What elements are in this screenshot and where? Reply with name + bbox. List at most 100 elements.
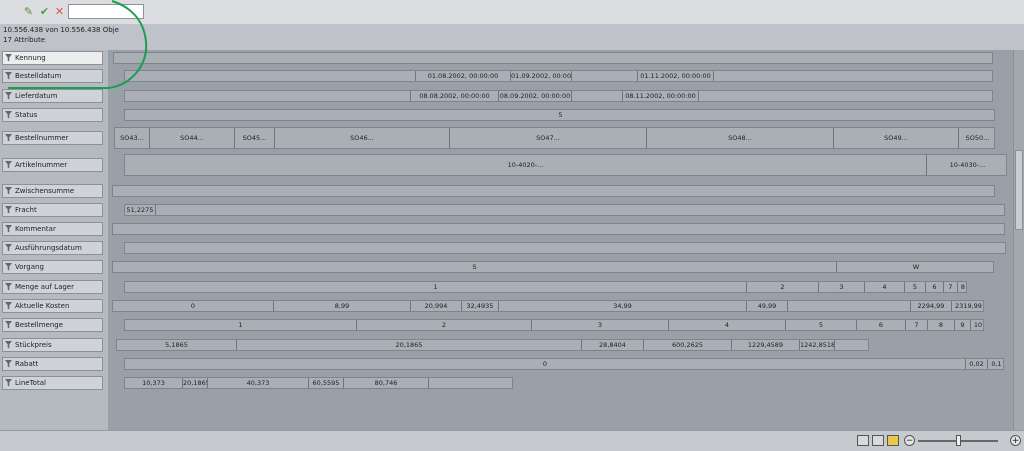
filter-icon[interactable] bbox=[5, 359, 12, 368]
value-segment[interactable]: 20,1865 bbox=[236, 339, 581, 350]
value-bar[interactable]: 08.08.2002, 00:00:00 08.09.2002, 00:00:00… bbox=[124, 89, 994, 102]
value-bar[interactable]: 0 0,02 0,1 bbox=[124, 357, 1005, 370]
value-bar[interactable]: 10,37320,186540,37360,559580,746 bbox=[124, 376, 513, 389]
value-segment[interactable]: 1229,4589 bbox=[731, 339, 799, 350]
attribute-item[interactable]: Status bbox=[2, 107, 103, 122]
value-segment[interactable] bbox=[834, 339, 870, 350]
value-bar[interactable]: 12345678 bbox=[124, 280, 967, 293]
value-segment[interactable] bbox=[125, 91, 410, 101]
value-bar[interactable] bbox=[124, 241, 1007, 254]
filter-icon[interactable] bbox=[5, 262, 12, 271]
value-segment[interactable]: 7 bbox=[905, 319, 927, 330]
view-bars-icon[interactable] bbox=[887, 435, 899, 446]
value-segment[interactable]: SO49... bbox=[833, 128, 958, 148]
value-segment[interactable]: 2 bbox=[356, 319, 531, 330]
value-segment[interactable]: 40,373 bbox=[207, 377, 308, 388]
value-segment[interactable]: 2 bbox=[746, 281, 818, 292]
value-segment[interactable]: 3 bbox=[531, 319, 668, 330]
view-list-icon[interactable] bbox=[857, 435, 869, 446]
filter-icon[interactable] bbox=[5, 282, 12, 291]
value-segment[interactable]: 0,1 bbox=[987, 358, 1005, 369]
attribute-item[interactable]: Aktuelle Kosten bbox=[2, 298, 103, 313]
filter-icon[interactable] bbox=[5, 110, 12, 119]
check-icon[interactable]: ✔ bbox=[38, 5, 51, 18]
value-segment[interactable] bbox=[125, 243, 1007, 253]
filter-icon[interactable] bbox=[5, 91, 12, 100]
value-segment[interactable]: 01.09.2002, 00:00:00 bbox=[510, 70, 571, 81]
attribute-item[interactable]: Lieferdatum bbox=[2, 88, 103, 103]
attribute-item[interactable]: Kommentar bbox=[2, 221, 103, 236]
value-segment[interactable]: 1 bbox=[125, 282, 746, 292]
scroll-thumb[interactable] bbox=[1015, 150, 1023, 230]
value-segment[interactable]: SO50... bbox=[958, 128, 996, 148]
attribute-item[interactable]: Fracht bbox=[2, 202, 103, 217]
value-segment[interactable]: 10,373 bbox=[125, 378, 182, 388]
value-segment[interactable]: 08.09.2002, 00:00:00 bbox=[498, 90, 571, 101]
filter-icon[interactable] bbox=[5, 53, 12, 62]
attribute-item[interactable]: Rabatt bbox=[2, 356, 103, 371]
value-bar[interactable]: 1 2 3 4 5 6 7 8 9 10 bbox=[124, 318, 985, 331]
attribute-item[interactable]: LineTotal bbox=[2, 375, 103, 390]
filter-icon[interactable] bbox=[5, 301, 12, 310]
value-segment[interactable] bbox=[113, 186, 996, 196]
edit-icon[interactable]: ✎ bbox=[22, 5, 35, 18]
attribute-item[interactable]: Vorgang bbox=[2, 259, 103, 274]
value-segment[interactable]: 01.08.2002, 00:00:00 bbox=[415, 70, 510, 81]
close-icon[interactable]: ✕ bbox=[53, 5, 66, 18]
value-segment[interactable]: SO45... bbox=[234, 128, 274, 148]
value-segment[interactable]: 34,99 bbox=[498, 300, 746, 311]
value-segment[interactable]: 8 bbox=[927, 319, 954, 330]
value-segment[interactable]: 0 bbox=[113, 301, 273, 311]
value-segment[interactable]: 2319,99 bbox=[951, 300, 985, 311]
filter-icon[interactable] bbox=[5, 320, 12, 329]
filter-icon[interactable] bbox=[5, 224, 12, 233]
filter-icon[interactable] bbox=[5, 243, 12, 252]
value-segment[interactable] bbox=[698, 90, 994, 101]
attribute-item[interactable]: Bestellmenge bbox=[2, 317, 103, 332]
value-segment[interactable]: 0 bbox=[125, 359, 965, 369]
value-segment[interactable]: 10 bbox=[970, 319, 985, 330]
value-bar[interactable]: 51,2275 bbox=[124, 203, 1005, 216]
vertical-scrollbar[interactable] bbox=[1013, 50, 1024, 430]
value-bar[interactable]: 5,1865 20,1865 28,8404 600,2625 1229,4589 124… bbox=[116, 338, 870, 351]
zoom-slider-knob[interactable] bbox=[956, 435, 961, 446]
value-bar[interactable]: SO43... SO44... SO45... SO46... SO47... SO48.… bbox=[114, 127, 995, 149]
value-segment[interactable]: 9 bbox=[954, 319, 970, 330]
value-segment[interactable]: 5 bbox=[785, 319, 856, 330]
value-segment[interactable]: 08.08.2002, 00:00:00 bbox=[410, 90, 498, 101]
value-segment[interactable]: SO47... bbox=[449, 128, 646, 148]
value-bar[interactable]: SW bbox=[112, 260, 995, 273]
attribute-item[interactable]: Kennung bbox=[2, 50, 103, 65]
value-segment[interactable]: 4 bbox=[864, 281, 904, 292]
value-segment[interactable] bbox=[571, 90, 622, 101]
attribute-item[interactable]: Ausführungsdatum bbox=[2, 240, 103, 255]
attribute-item[interactable]: Stückpreis bbox=[2, 337, 103, 352]
value-segment[interactable] bbox=[114, 53, 994, 63]
value-bar[interactable]: 10-4020-... 10-4030-... bbox=[124, 154, 1007, 176]
search-input[interactable] bbox=[68, 4, 144, 19]
value-segment[interactable] bbox=[787, 300, 910, 311]
filter-icon[interactable] bbox=[5, 71, 12, 80]
value-segment[interactable]: 20,1865 bbox=[182, 377, 207, 388]
value-segment[interactable]: 6 bbox=[856, 319, 905, 330]
value-bar[interactable] bbox=[112, 184, 996, 197]
value-segment[interactable]: 49,99 bbox=[746, 300, 787, 311]
value-segment[interactable] bbox=[428, 377, 447, 388]
value-segment[interactable]: 32,4935 bbox=[461, 300, 498, 311]
value-segment[interactable]: 08.11.2002, 00:00:00 bbox=[622, 90, 698, 101]
value-segment[interactable]: W bbox=[836, 261, 995, 272]
attribute-item[interactable]: Bestelldatum bbox=[2, 68, 103, 83]
value-segment[interactable]: SO44... bbox=[149, 128, 234, 148]
attribute-item[interactable]: Menge auf Lager bbox=[2, 279, 103, 294]
filter-icon[interactable] bbox=[5, 340, 12, 349]
value-segment[interactable]: SO46... bbox=[274, 128, 449, 148]
value-segment[interactable]: 1 bbox=[125, 320, 356, 330]
value-segment[interactable]: 600,2625 bbox=[643, 339, 731, 350]
value-segment[interactable]: S bbox=[113, 262, 836, 272]
value-bar[interactable]: 01.08.2002, 00:00:0001.09.2002, 00:00:00… bbox=[124, 69, 994, 82]
filter-icon[interactable] bbox=[5, 378, 12, 387]
value-segment[interactable] bbox=[571, 70, 637, 81]
value-segment[interactable]: 5 bbox=[125, 110, 996, 120]
value-segment[interactable] bbox=[713, 70, 994, 81]
value-segment[interactable] bbox=[113, 224, 1006, 234]
